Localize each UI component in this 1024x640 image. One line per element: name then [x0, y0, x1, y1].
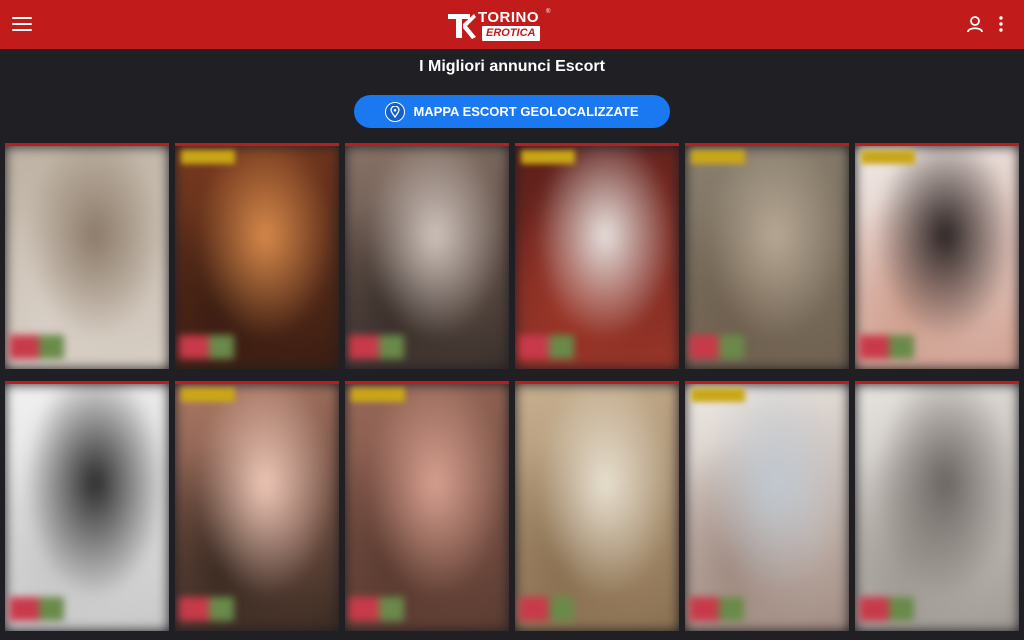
listing-status-chips [349, 335, 449, 359]
logo-text-bottom: EROTICA [482, 26, 540, 41]
listing-status-chips [859, 597, 959, 621]
listing-card[interactable] [5, 381, 169, 631]
listing-photo [175, 384, 339, 631]
listing-badge [181, 388, 235, 402]
logo-text-top: TORINO [478, 9, 540, 26]
listing-card[interactable] [175, 143, 339, 369]
listing-photo [345, 384, 509, 631]
listing-status-chips [519, 335, 619, 359]
map-escort-button[interactable]: MAPPA ESCORT GEOLOCALIZZATE [354, 95, 670, 128]
site-logo[interactable]: TORINO ® EROTICA [446, 8, 552, 42]
map-pin-icon [385, 101, 406, 122]
listing-status-chips [859, 335, 959, 359]
listing-badge [861, 150, 915, 164]
listing-photo [5, 384, 169, 631]
vertical-dots-icon[interactable] [996, 15, 1006, 33]
listing-status-chips [519, 597, 619, 621]
listing-card[interactable] [685, 381, 849, 631]
page-title: I Migliori annunci Escort [419, 58, 605, 75]
listing-card[interactable] [855, 381, 1019, 631]
listing-photo [855, 384, 1019, 631]
listing-card[interactable] [855, 143, 1019, 369]
hamburger-menu-icon[interactable] [12, 16, 32, 32]
listing-status-chips [689, 335, 789, 359]
map-button-label: MAPPA ESCORT GEOLOCALIZZATE [413, 104, 639, 119]
listing-card[interactable] [345, 381, 509, 631]
listing-badge [351, 388, 405, 402]
listing-card[interactable] [685, 143, 849, 369]
logo-registered-mark: ® [546, 9, 551, 15]
listing-badge [691, 150, 745, 164]
logo-mark-icon [448, 14, 476, 39]
listing-card[interactable] [515, 143, 679, 369]
listing-badge [691, 388, 745, 402]
listing-photo [515, 384, 679, 631]
listing-status-chips [9, 335, 109, 359]
listing-status-chips [179, 335, 279, 359]
user-icon[interactable] [966, 15, 984, 33]
listing-status-chips [9, 597, 109, 621]
listing-status-chips [689, 597, 789, 621]
listings-grid [5, 143, 1022, 640]
listing-photo [685, 384, 849, 631]
listing-status-chips [349, 597, 449, 621]
listing-status-chips [179, 597, 279, 621]
listing-card[interactable] [5, 143, 169, 369]
listing-card[interactable] [515, 381, 679, 631]
top-bar: TORINO ® EROTICA [0, 0, 1024, 49]
listing-card[interactable] [175, 381, 339, 631]
listing-badge [521, 150, 575, 164]
listing-badge [181, 150, 235, 164]
listing-card[interactable] [345, 143, 509, 369]
